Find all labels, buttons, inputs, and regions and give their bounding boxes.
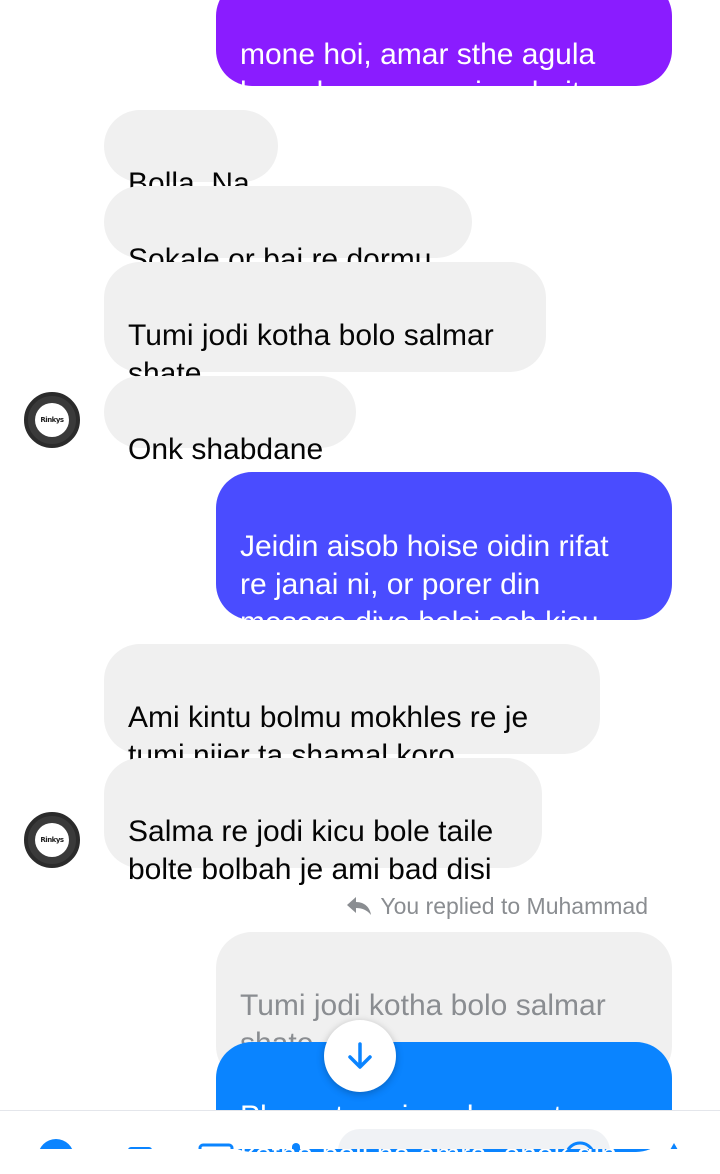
arrow-down-icon xyxy=(348,1042,372,1069)
reply-context-label: You replied to Muhammad xyxy=(346,890,648,922)
contact-avatar[interactable]: Rinkys xyxy=(24,812,80,868)
message-bubble-sent[interactable]: mone hoi, amar sthe agula korar karone, … xyxy=(216,0,672,109)
avatar-label: Rinkys xyxy=(40,836,64,844)
camera-icon[interactable] xyxy=(120,1137,160,1149)
emoji-icon[interactable] xyxy=(560,1137,600,1149)
composer-bar xyxy=(0,1110,720,1149)
message-bubble-received[interactable]: Tumi jodi kotha bolo salmar shate xyxy=(104,262,546,390)
message-text: Salma re jodi kicu bole taile bolte bolb… xyxy=(128,815,494,886)
like-icon[interactable] xyxy=(660,1137,700,1149)
message-bubble-received[interactable]: Ami kintu bolmu mokhles re je tumi nijer… xyxy=(104,644,600,772)
message-bubble-received[interactable]: Salma re jodi kicu bole taile bolte bolb… xyxy=(104,758,542,886)
avatar-image: Rinkys xyxy=(35,823,69,857)
message-text: mone hoi, amar sthe agula korar karone, … xyxy=(240,38,597,109)
gallery-icon[interactable] xyxy=(196,1137,236,1149)
message-text: Onk shabdane xyxy=(128,433,324,466)
microphone-icon[interactable] xyxy=(276,1137,316,1149)
scroll-to-bottom-button[interactable] xyxy=(324,1020,396,1092)
avatar-image: Rinkys xyxy=(35,403,69,437)
message-text: Jeidin aisob hoise oidin rifat re janai … xyxy=(240,530,616,639)
message-bubble-sent[interactable]: Jeidin aisob hoise oidin rifat re janai … xyxy=(216,472,672,639)
reply-arrow-icon xyxy=(347,897,372,915)
message-bubble-received[interactable]: Sokale or bai re dormu xyxy=(104,186,472,276)
message-bubble-received[interactable]: Bolla. Na xyxy=(104,110,278,200)
contact-avatar[interactable]: Rinkys xyxy=(24,392,80,448)
message-bubble-received[interactable]: Onk shabdane xyxy=(104,376,356,466)
avatar-label: Rinkys xyxy=(40,416,64,424)
reply-hint-text: You replied to Muhammad xyxy=(380,892,648,919)
menu-icon[interactable] xyxy=(36,1137,76,1149)
